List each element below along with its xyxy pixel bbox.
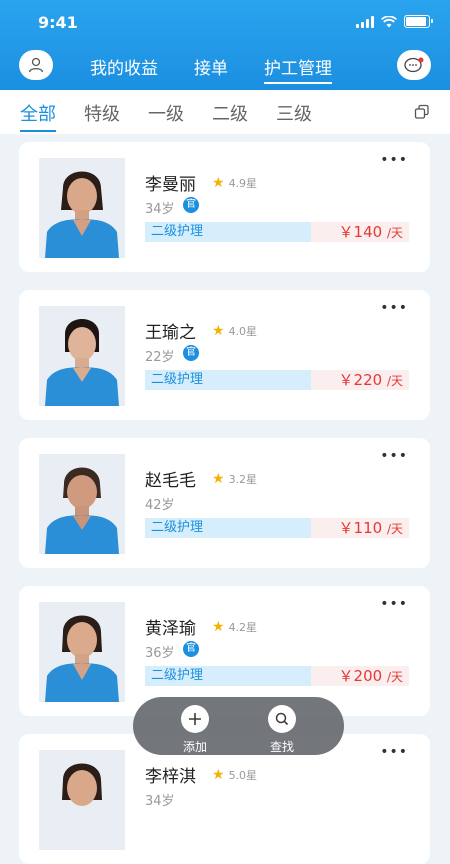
- care-level-tag: 二级护理: [145, 222, 311, 242]
- caregiver-name: 赵毛毛: [145, 471, 196, 491]
- caregiver-name: 王瑜之: [145, 323, 196, 343]
- more-icon[interactable]: •••: [380, 744, 408, 760]
- rating-value: 4.2星: [228, 621, 258, 634]
- caregiver-age: 36岁: [145, 646, 175, 661]
- level-filter-bar: 全部 特级 一级 二级 三级: [0, 90, 450, 134]
- add-label: 添加: [182, 740, 207, 754]
- caregiver-card[interactable]: ••• 王瑜之 ★ 4.0星 22岁 官 二级护理 ￥220 /天: [19, 290, 430, 420]
- star-icon: ★: [212, 323, 225, 339]
- daily-price: ￥220 /天: [311, 370, 409, 390]
- search-label: 查找: [269, 740, 294, 754]
- care-level-tag: 二级护理: [145, 518, 311, 538]
- user-avatar-button[interactable]: [19, 50, 53, 80]
- care-level-tag: 二级护理: [145, 370, 311, 390]
- caregiver-age: 34岁: [145, 202, 175, 217]
- daily-price: ￥200 /天: [311, 666, 409, 686]
- caregiver-rating: ★ 4.2星: [212, 619, 257, 635]
- caregiver-card[interactable]: ••• 李曼丽 ★ 4.9星 34岁 官 二级护理 ￥140 /天: [19, 142, 430, 272]
- wifi-icon: [381, 15, 397, 27]
- official-badge: 官: [183, 197, 199, 213]
- caregiver-rating: ★ 4.9星: [212, 175, 257, 191]
- price-amount: ￥140: [338, 223, 383, 241]
- more-icon[interactable]: •••: [380, 596, 408, 612]
- star-icon: ★: [212, 175, 225, 191]
- price-unit: /天: [386, 226, 403, 240]
- official-badge: 官: [183, 345, 199, 361]
- user-icon: [28, 57, 44, 73]
- caregiver-rating: ★ 5.0星: [212, 767, 257, 783]
- filter-all[interactable]: 全部: [20, 100, 56, 132]
- caregiver-age: 22岁: [145, 350, 175, 365]
- add-button[interactable]: 添加: [173, 705, 217, 755]
- caregiver-name: 李曼丽: [145, 175, 196, 195]
- care-level-tag: 二级护理: [145, 666, 311, 686]
- more-icon[interactable]: •••: [380, 448, 408, 464]
- rating-value: 5.0星: [228, 769, 258, 782]
- copy-icon[interactable]: [414, 104, 430, 120]
- tab-orders[interactable]: 接单: [194, 54, 228, 80]
- tab-caregiver-management[interactable]: 护工管理: [264, 54, 332, 84]
- app-header: 9:41 我的收益 接单 护工管理: [0, 0, 450, 90]
- star-icon: ★: [212, 767, 225, 783]
- status-time: 9:41: [38, 13, 78, 32]
- rating-value: 4.9星: [228, 177, 258, 190]
- top-tabs: 我的收益 接单 护工管理: [90, 54, 332, 84]
- star-icon: ★: [212, 471, 225, 487]
- filter-level-1[interactable]: 一级: [148, 100, 184, 130]
- filter-special[interactable]: 特级: [84, 100, 120, 130]
- price-amount: ￥110: [338, 519, 383, 537]
- filter-level-3[interactable]: 三级: [276, 100, 312, 130]
- more-icon[interactable]: •••: [380, 152, 408, 168]
- tab-earnings[interactable]: 我的收益: [90, 54, 158, 80]
- price-unit: /天: [386, 670, 403, 684]
- message-icon: [404, 57, 424, 73]
- price-amount: ￥220: [338, 371, 383, 389]
- caregiver-age: 42岁: [145, 498, 175, 513]
- plus-icon: [189, 713, 201, 725]
- caregiver-name: 李梓淇: [145, 767, 196, 787]
- search-icon: [275, 712, 289, 726]
- caregiver-photo: [39, 158, 125, 258]
- status-icons: [356, 15, 433, 28]
- caregiver-name: 黄泽瑜: [145, 619, 196, 639]
- caregiver-photo: [39, 454, 125, 554]
- price-amount: ￥200: [338, 667, 383, 685]
- floating-action-bar: 添加 查找: [133, 697, 344, 755]
- price-unit: /天: [386, 522, 403, 536]
- caregiver-photo: [39, 306, 125, 406]
- status-bar: 9:41: [0, 0, 450, 44]
- battery-icon: [404, 15, 433, 28]
- caregiver-photo: [39, 602, 125, 702]
- daily-price: ￥110 /天: [311, 518, 409, 538]
- rating-value: 4.0星: [228, 325, 258, 338]
- message-button[interactable]: [397, 50, 431, 80]
- caregiver-rating: ★ 4.0星: [212, 323, 257, 339]
- caregiver-rating: ★ 3.2星: [212, 471, 257, 487]
- official-badge: 官: [183, 641, 199, 657]
- price-unit: /天: [386, 374, 403, 388]
- filter-tabs: 全部 特级 一级 二级 三级: [20, 100, 312, 132]
- caregiver-photo: [39, 750, 125, 850]
- search-button[interactable]: 查找: [260, 705, 304, 755]
- filter-level-2[interactable]: 二级: [212, 100, 248, 130]
- daily-price: ￥140 /天: [311, 222, 409, 242]
- signal-icon: [356, 15, 374, 28]
- more-icon[interactable]: •••: [380, 300, 408, 316]
- star-icon: ★: [212, 619, 225, 635]
- rating-value: 3.2星: [228, 473, 258, 486]
- caregiver-card[interactable]: ••• 赵毛毛 ★ 3.2星 42岁 二级护理 ￥110 /天: [19, 438, 430, 568]
